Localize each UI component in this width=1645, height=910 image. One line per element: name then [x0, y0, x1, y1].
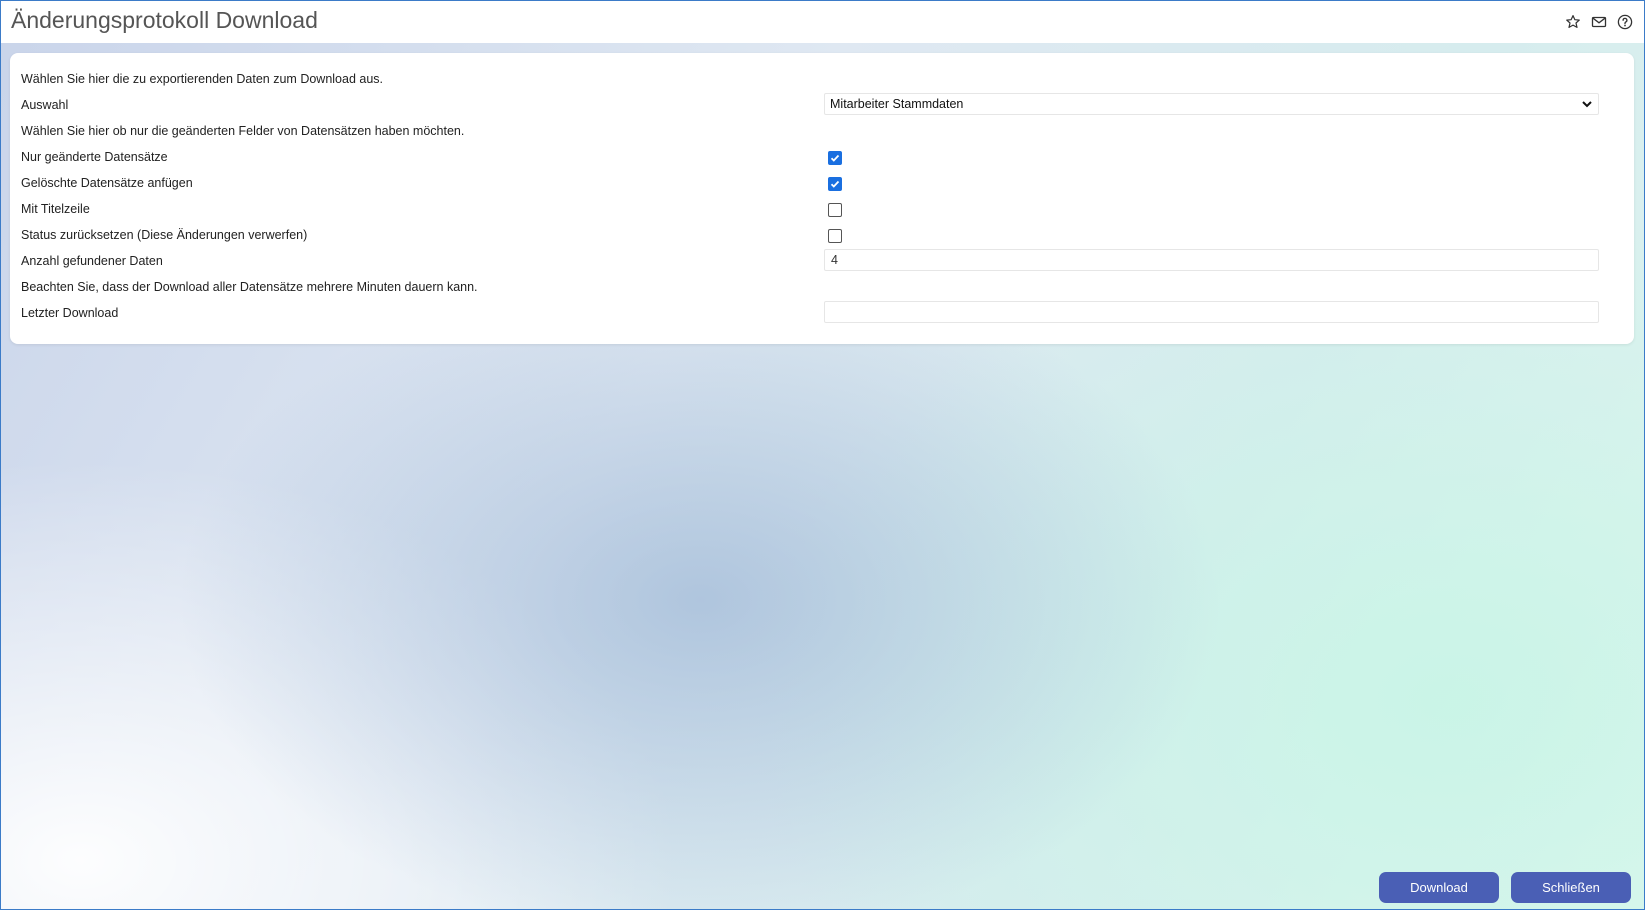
status-label: Status zurücksetzen (Diese Änderungen ve… [21, 228, 308, 242]
hinweis-row: Beachten Sie, dass der Download aller Da… [21, 274, 1621, 301]
titelzeile-checkbox[interactable] [828, 203, 842, 217]
mail-icon[interactable] [1589, 12, 1608, 31]
intro-text: Wählen Sie hier die zu exportierenden Da… [21, 72, 384, 86]
geloeschte-checkbox[interactable] [828, 177, 842, 191]
help-icon[interactable] [1615, 12, 1634, 31]
letzter-label: Letzter Download [21, 306, 119, 320]
nur-geaenderte-row: Nur geänderte Datensätze [21, 144, 1621, 171]
felder-text: Wählen Sie hier ob nur die geänderten Fe… [21, 124, 465, 138]
anzahl-label: Anzahl gefundener Daten [21, 254, 163, 268]
nur-geaenderte-checkbox[interactable] [828, 151, 842, 165]
geloeschte-row: Gelöschte Datensätze anfügen [21, 170, 1621, 197]
star-icon[interactable] [1563, 12, 1582, 31]
page-header: Änderungsprotokoll Download [1, 1, 1644, 43]
anzahl-field[interactable]: 4 [824, 249, 1599, 271]
intro-row: Wählen Sie hier die zu exportierenden Da… [21, 66, 1621, 93]
titelzeile-row: Mit Titelzeile [21, 196, 1621, 223]
titelzeile-label: Mit Titelzeile [21, 202, 90, 216]
status-checkbox[interactable] [828, 229, 842, 243]
download-button[interactable]: Download [1379, 872, 1499, 903]
header-actions [1563, 12, 1634, 31]
auswahl-label: Auswahl [21, 98, 69, 112]
geloeschte-label: Gelöschte Datensätze anfügen [21, 176, 193, 190]
page-title: Änderungsprotokoll Download [11, 7, 318, 33]
letzter-download-field[interactable] [824, 301, 1599, 323]
checkmark-icon [830, 180, 840, 188]
status-row: Status zurücksetzen (Diese Änderungen ve… [21, 222, 1621, 249]
felder-row: Wählen Sie hier ob nur die geänderten Fe… [21, 118, 1621, 145]
auswahl-select[interactable]: Mitarbeiter Stammdaten [824, 93, 1599, 115]
checkmark-icon [830, 154, 840, 162]
auswahl-select-value: Mitarbeiter Stammdaten [830, 97, 964, 111]
close-button[interactable]: Schließen [1511, 872, 1631, 903]
hinweis-text: Beachten Sie, dass der Download aller Da… [21, 280, 478, 294]
nur-geaenderte-label: Nur geänderte Datensätze [21, 150, 168, 164]
chevron-down-icon [1582, 101, 1592, 108]
download-form: Wählen Sie hier die zu exportierenden Da… [10, 53, 1634, 344]
